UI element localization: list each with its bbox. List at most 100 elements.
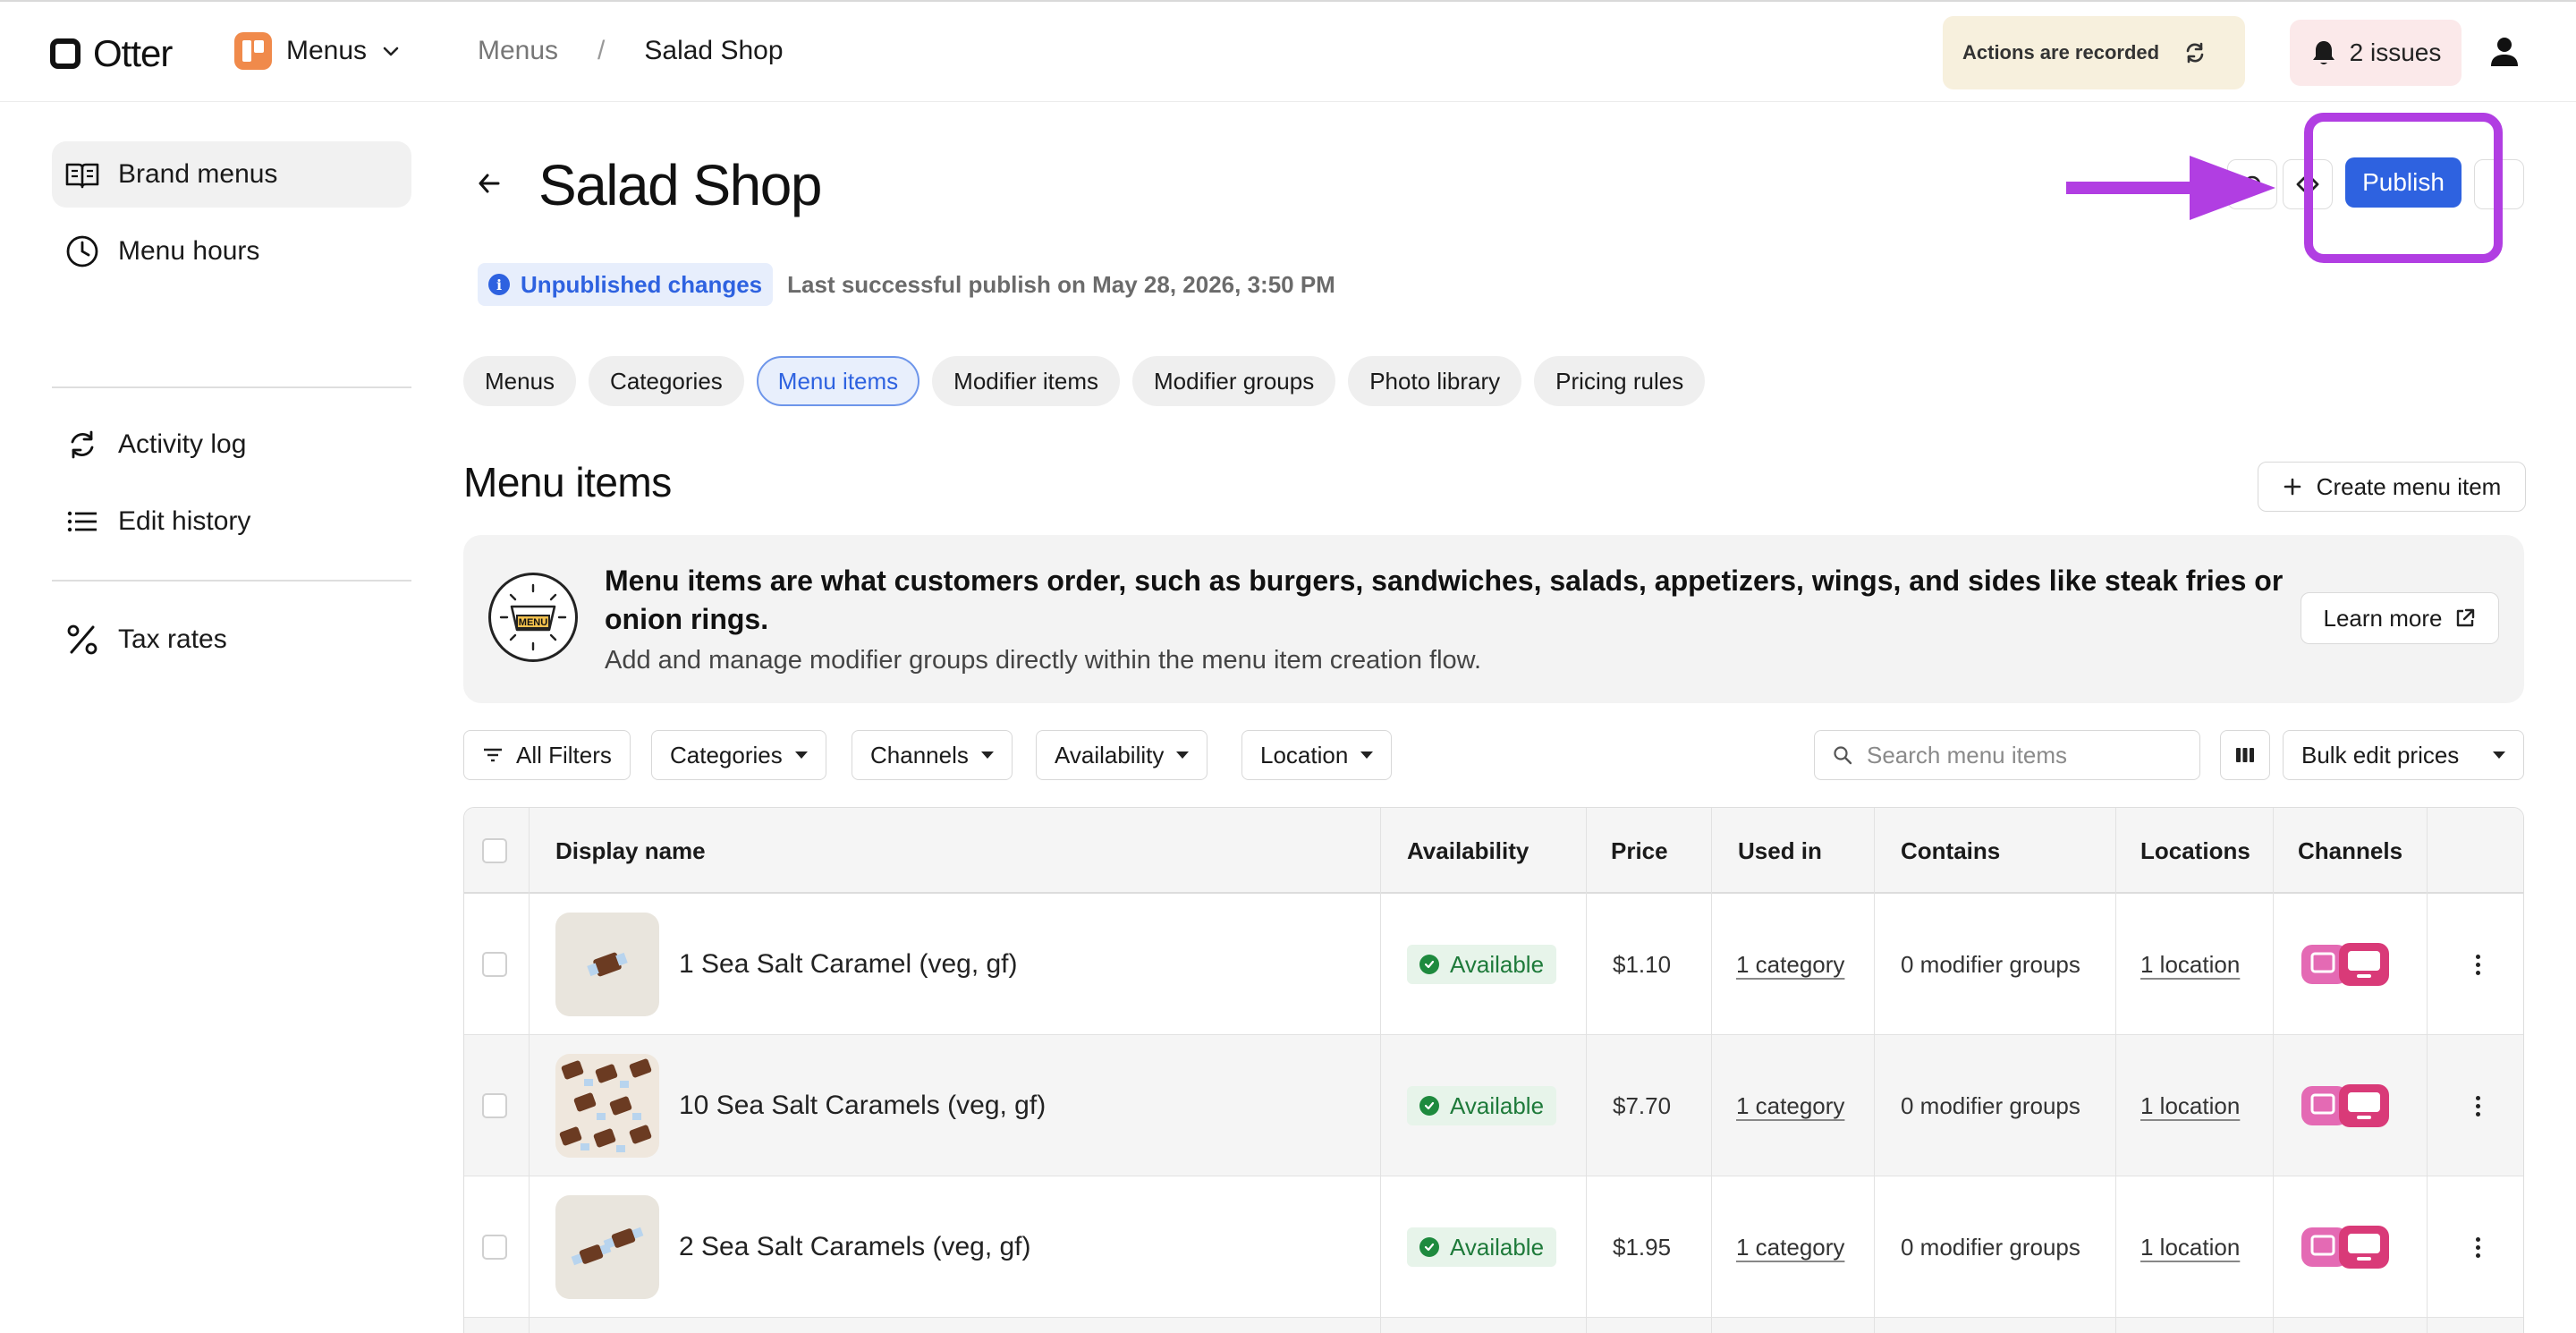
- used-in-link[interactable]: 1 category: [1736, 1234, 1844, 1261]
- app-switcher[interactable]: Menus: [234, 32, 401, 70]
- channel-icons[interactable]: [2300, 939, 2391, 989]
- sidebar-item-brand-menus[interactable]: Brand menus: [52, 141, 411, 208]
- availability-badge[interactable]: Available: [1407, 945, 1557, 984]
- menus-app-icon: [234, 32, 272, 70]
- check-circle-icon: [1419, 1237, 1439, 1257]
- tab-pricing-rules[interactable]: Pricing rules: [1534, 356, 1706, 406]
- availability-filter[interactable]: Availability: [1036, 730, 1208, 780]
- locations-link[interactable]: 1 location: [2140, 1234, 2240, 1261]
- table-row[interactable]: 2 Sea Salt Caramels (veg, gf) Available …: [464, 1176, 2523, 1318]
- breadcrumb-menus[interactable]: Menus: [478, 36, 558, 66]
- list-icon: [64, 504, 100, 539]
- categories-filter[interactable]: Categories: [651, 730, 826, 780]
- item-name[interactable]: 10 Sea Salt Caramels (veg, gf): [679, 1091, 1046, 1121]
- search-input[interactable]: [1867, 741, 2189, 769]
- tab-photo-library[interactable]: Photo library: [1348, 356, 1522, 406]
- tab-menu-items[interactable]: Menu items: [756, 356, 920, 406]
- search-icon: [1834, 746, 1852, 765]
- availability-badge[interactable]: Available: [1407, 1086, 1557, 1125]
- table-row[interactable]: 1 Sea Salt Caramel (veg, gf) Available $…: [464, 894, 2523, 1035]
- sync-icon[interactable]: [2182, 40, 2207, 65]
- tab-categories[interactable]: Categories: [589, 356, 744, 406]
- info-card-subtitle: Add and manage modifier groups directly …: [605, 646, 1482, 675]
- location-filter-label: Location: [1260, 741, 1349, 768]
- availability-badge[interactable]: Available: [1407, 1227, 1557, 1267]
- menu-badge-illustration: MENU: [488, 573, 578, 662]
- sidebar-item-activity-log[interactable]: Activity log: [52, 412, 411, 478]
- caret-down-icon: [794, 751, 808, 759]
- create-menu-item-button[interactable]: Create menu item: [2258, 462, 2526, 512]
- breadcrumb-separator: /: [597, 36, 606, 65]
- used-in-link[interactable]: 1 category: [1736, 1092, 1844, 1120]
- check-circle-icon: [1419, 1096, 1439, 1116]
- check-circle-icon: [1419, 955, 1439, 974]
- select-all-checkbox[interactable]: [482, 838, 507, 863]
- plus-icon: [2284, 478, 2301, 496]
- channel-app-icon: [2301, 1084, 2389, 1127]
- contains-text: 0 modifier groups: [1901, 1091, 2080, 1119]
- col-display-name[interactable]: Display name: [555, 808, 706, 894]
- locations-link[interactable]: 1 location: [2140, 1092, 2240, 1120]
- item-price: $7.70: [1613, 1091, 1672, 1119]
- locations-link[interactable]: 1 location: [2140, 951, 2240, 979]
- sidebar-item-edit-history[interactable]: Edit history: [52, 488, 411, 555]
- col-price[interactable]: Price: [1611, 808, 1668, 894]
- column-divider: [529, 808, 530, 1333]
- col-locations[interactable]: Locations: [2140, 808, 2250, 894]
- logo-text: Otter: [93, 32, 173, 74]
- availability-filter-label: Availability: [1055, 741, 1165, 768]
- unpublished-changes-badge: i Unpublished changes: [478, 263, 774, 306]
- sidebar-item-menu-hours[interactable]: Menu hours: [52, 218, 411, 284]
- channels-filter[interactable]: Channels: [852, 730, 1013, 780]
- availability-label: Available: [1450, 950, 1545, 978]
- tab-menus[interactable]: Menus: [463, 356, 577, 406]
- column-divider: [1586, 808, 1587, 1333]
- bell-icon: [2310, 38, 2337, 67]
- search-menu-items[interactable]: [1814, 730, 2200, 780]
- tab-modifier-items[interactable]: Modifier items: [932, 356, 1120, 406]
- col-availability[interactable]: Availability: [1407, 808, 1529, 894]
- sidebar-item-label: Edit history: [118, 506, 251, 536]
- col-used-in[interactable]: Used in: [1738, 808, 1822, 894]
- contains-text: 0 modifier groups: [1901, 1233, 2080, 1261]
- column-settings-button[interactable]: [2220, 730, 2270, 780]
- user-account-button[interactable]: [2487, 34, 2522, 70]
- location-filter[interactable]: Location: [1241, 730, 1393, 780]
- learn-more-button[interactable]: Learn more: [2301, 592, 2499, 644]
- contains-text: 0 modifier groups: [1901, 950, 2080, 978]
- actions-recorded-banner: Actions are recorded: [1943, 16, 2245, 89]
- table-row[interactable]: 10 Sea Salt Caramels (veg, gf) Available…: [464, 1035, 2523, 1176]
- row-actions-kebab-icon[interactable]: [2475, 1236, 2480, 1258]
- sidebar-item-tax-rates[interactable]: Tax rates: [52, 607, 411, 673]
- col-contains[interactable]: Contains: [1901, 808, 2000, 894]
- channel-icons[interactable]: [2300, 1081, 2391, 1131]
- publish-status-row: i Unpublished changes Last successful pu…: [478, 263, 1335, 306]
- otter-logo[interactable]: Otter: [50, 32, 173, 75]
- create-menu-item-label: Create menu item: [2316, 472, 2502, 500]
- item-name[interactable]: 2 Sea Salt Caramels (veg, gf): [679, 1232, 1031, 1262]
- all-filters-button[interactable]: All Filters: [463, 730, 631, 780]
- bulk-edit-prices-button[interactable]: Bulk edit prices: [2283, 730, 2524, 780]
- tab-modifier-groups[interactable]: Modifier groups: [1132, 356, 1336, 406]
- channel-icons[interactable]: [2300, 1222, 2391, 1272]
- back-arrow-button[interactable]: [474, 168, 504, 199]
- row-actions-kebab-icon[interactable]: [2475, 1095, 2480, 1116]
- row-checkbox[interactable]: [482, 1093, 507, 1118]
- sidebar-item-label: Brand menus: [118, 159, 278, 189]
- breadcrumb: Menus / Salad Shop: [478, 36, 784, 66]
- caret-down-icon: [2493, 751, 2505, 759]
- caret-down-icon: [1176, 751, 1190, 759]
- chevron-down-icon: [381, 41, 401, 61]
- item-name[interactable]: 1 Sea Salt Caramel (veg, gf): [679, 949, 1018, 980]
- row-actions-kebab-icon[interactable]: [2475, 954, 2480, 975]
- filter-icon: [484, 748, 502, 762]
- row-checkbox[interactable]: [482, 1235, 507, 1260]
- columns-icon: [2236, 748, 2254, 762]
- pointer-arrow-annotation: [2064, 152, 2279, 224]
- menu-badge-text: MENU: [519, 617, 547, 628]
- row-checkbox[interactable]: [482, 952, 507, 977]
- issues-button[interactable]: 2 issues: [2290, 20, 2462, 86]
- used-in-link[interactable]: 1 category: [1736, 951, 1844, 979]
- item-thumbnail: [555, 1054, 659, 1158]
- col-channels[interactable]: Channels: [2298, 808, 2402, 894]
